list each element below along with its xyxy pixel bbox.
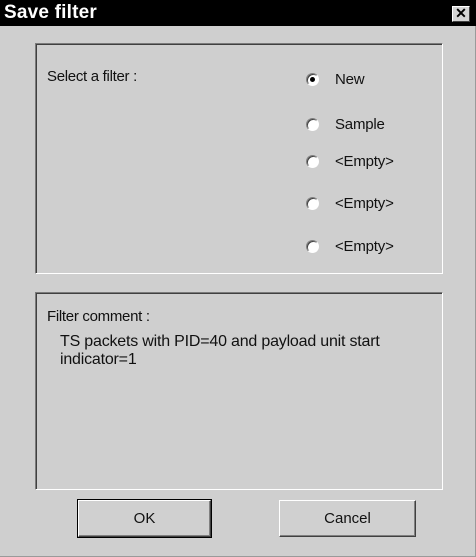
save-filter-dialog: Save filter ✕ Select a filter : New Samp… (0, 0, 476, 557)
cancel-button[interactable]: Cancel (279, 500, 416, 537)
radio-option-empty-1[interactable]: <Empty> (306, 151, 394, 171)
radio-label: Sample (335, 115, 385, 133)
radio-button[interactable] (306, 154, 319, 168)
close-icon: ✕ (455, 5, 467, 21)
radio-option-sample[interactable]: Sample (306, 114, 385, 134)
title-bar: Save filter ✕ (0, 0, 476, 26)
dialog-title: Save filter (4, 2, 98, 23)
radio-label: <Empty> (335, 194, 394, 212)
radio-label: New (335, 70, 365, 88)
radio-button[interactable] (306, 196, 319, 210)
radio-option-empty-2[interactable]: <Empty> (306, 193, 394, 213)
filter-select-group: Select a filter : New Sample <Empty> <Em… (35, 43, 443, 274)
select-filter-label: Select a filter : (47, 68, 137, 85)
filter-comment-group: Filter comment : TS packets with PID=40 … (35, 292, 443, 490)
radio-option-empty-3[interactable]: <Empty> (306, 236, 394, 256)
radio-option-new[interactable]: New (306, 69, 365, 89)
filter-comment-label: Filter comment : (47, 308, 150, 325)
radio-button[interactable] (306, 72, 319, 86)
radio-label: <Empty> (335, 237, 394, 255)
filter-comment-text: TS packets with PID=40 and payload unit … (60, 333, 380, 368)
radio-button[interactable] (306, 117, 319, 131)
close-button[interactable]: ✕ (452, 6, 470, 22)
radio-label: <Empty> (335, 152, 394, 170)
radio-button[interactable] (306, 239, 319, 253)
ok-button[interactable]: OK (77, 499, 212, 538)
